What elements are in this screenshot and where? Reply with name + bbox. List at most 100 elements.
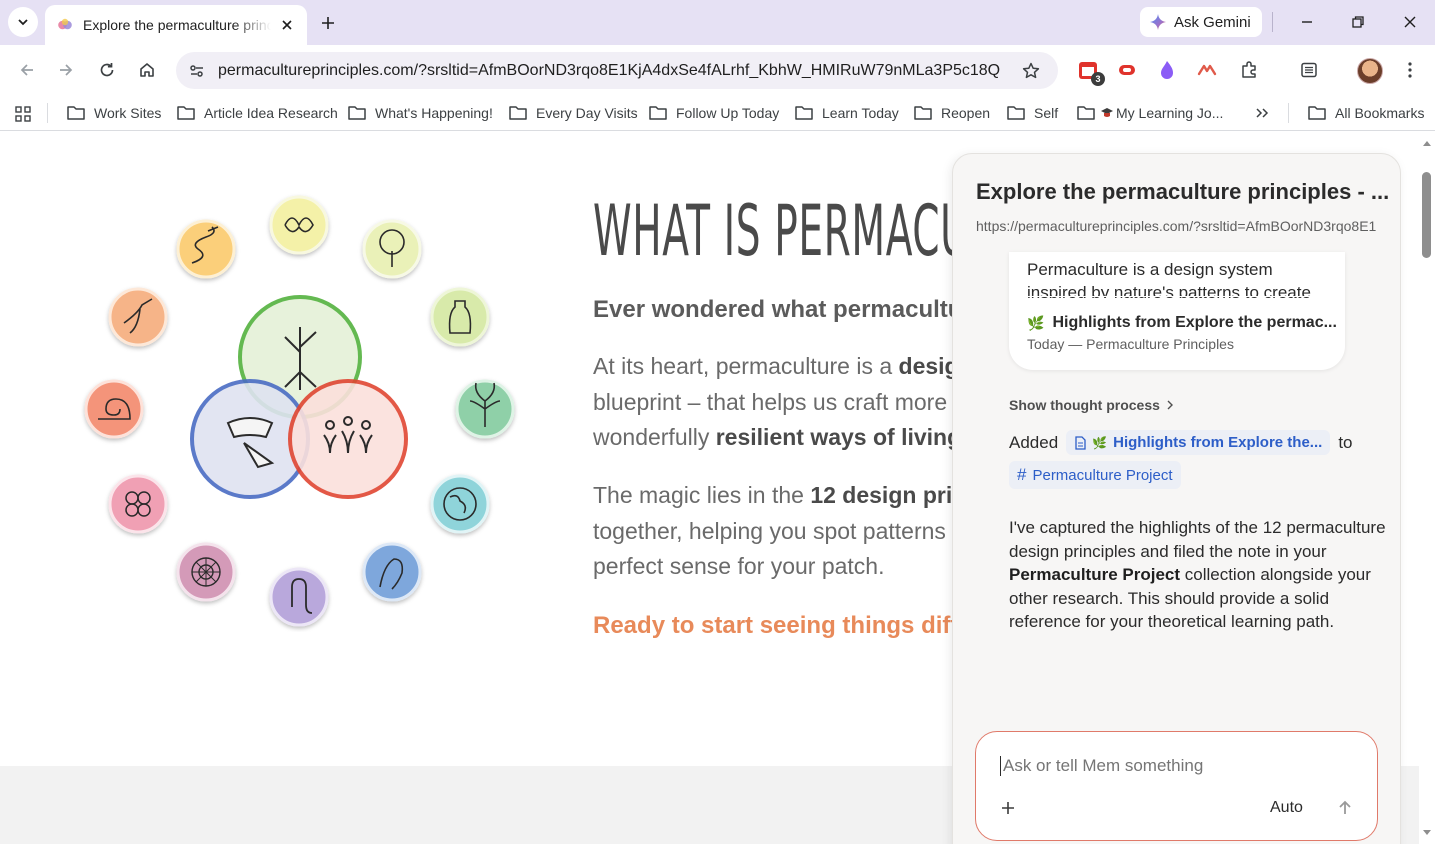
close-window-button[interactable]	[1395, 8, 1425, 36]
seedling-icon: 🌿	[1027, 314, 1045, 331]
principle-badge-catch-energy	[362, 219, 422, 279]
page-scrollbar[interactable]	[1419, 132, 1435, 844]
composer-add-button[interactable]	[996, 796, 1020, 820]
bookmark-star-button[interactable]	[1014, 54, 1048, 88]
bookmark-folder-every-day-visits[interactable]: Every Day Visits	[508, 101, 638, 125]
mem-page-title: Explore the permaculture principles - ..…	[976, 179, 1390, 204]
principle-badge-integrate	[176, 542, 236, 602]
principle-badge-small-slow	[108, 474, 168, 534]
restore-icon	[1352, 16, 1364, 28]
bookmark-label: My Learning Jo...	[1116, 105, 1224, 121]
added-note-chip-label: Highlights from Explore the...	[1113, 434, 1323, 451]
mem-page-url[interactable]: https://permacultureprinciples.com/?srsl…	[976, 218, 1376, 234]
reload-button[interactable]	[92, 55, 122, 85]
extension-badge: 3	[1091, 72, 1105, 86]
send-button[interactable]	[1333, 796, 1357, 820]
bookmark-folder-my-learning-journey[interactable]: My Learning Jo...	[1076, 101, 1223, 125]
forward-arrow-icon	[60, 64, 73, 76]
calendar-extension[interactable]: 3	[1074, 56, 1105, 86]
note-title-row: 🌿 Highlights from Explore the permac...	[1027, 314, 1337, 332]
bookmark-folder-article-idea-research[interactable]: Article Idea Research	[176, 101, 338, 125]
address-bar[interactable]: permacultureprinciples.com/?srsltid=AfmB…	[176, 52, 1058, 89]
reload-icon	[100, 63, 114, 77]
reply-text: I've captured the highlights of the 12 p…	[1009, 518, 1386, 561]
ask-gemini-label: Ask Gemini	[1174, 13, 1251, 31]
bookmark-label: All Bookmarks	[1335, 105, 1425, 121]
collection-chip[interactable]: # Permaculture Project	[1009, 461, 1181, 489]
side-panel-icon	[1301, 62, 1317, 78]
bookmarks-overflow-button[interactable]	[1254, 101, 1270, 125]
seedling-icon: 🌿	[1092, 435, 1108, 450]
scroll-down-arrow-icon[interactable]	[1422, 829, 1432, 837]
folder-icon	[177, 106, 195, 120]
profile-avatar[interactable]	[1357, 58, 1383, 84]
bookmark-label: Article Idea Research	[204, 105, 338, 121]
tab-active[interactable]: Explore the permaculture principles - Pe…	[45, 5, 307, 45]
tab-search-button[interactable]	[8, 7, 38, 37]
star-icon	[1022, 62, 1040, 78]
apps-grid-icon[interactable]	[12, 103, 34, 125]
principle-badge-renewable	[430, 474, 490, 534]
added-note-chip[interactable]: 🌿 Highlights from Explore the...	[1066, 430, 1331, 455]
double-chevron-right-icon	[1256, 108, 1269, 118]
principle-badge-observe	[269, 195, 329, 255]
note-card[interactable]: Permaculture is a design system inspired…	[1009, 252, 1345, 370]
toolbar: permacultureprinciples.com/?srsltid=AfmB…	[0, 45, 1435, 95]
reading-list-button[interactable]	[1295, 56, 1323, 84]
minimize-button[interactable]	[1292, 8, 1322, 36]
principle-badge-diversity	[84, 379, 144, 439]
restore-button[interactable]	[1343, 8, 1373, 36]
bookmark-folder-work-sites[interactable]: Work Sites	[66, 101, 161, 125]
bookmark-folder-learn-today[interactable]: Learn Today	[794, 101, 899, 125]
note-title: Highlights from Explore the permac...	[1052, 314, 1337, 331]
bookmark-folder-whats-happening[interactable]: What's Happening!	[347, 101, 493, 125]
all-bookmarks-button[interactable]: All Bookmarks	[1307, 101, 1424, 125]
mem-side-panel: Explore the permaculture principles - ..…	[952, 153, 1401, 844]
mem-chat-input[interactable]	[1000, 756, 1350, 776]
forward-button[interactable]	[51, 55, 81, 85]
plus-icon	[1002, 802, 1014, 814]
back-button[interactable]	[12, 55, 42, 85]
new-tab-button[interactable]	[314, 9, 342, 37]
bookmark-label: Follow Up Today	[676, 105, 780, 121]
show-thought-process-button[interactable]: Show thought process	[1009, 397, 1174, 413]
folder-icon	[1077, 106, 1095, 120]
bookmark-folder-reopen[interactable]: Reopen	[913, 101, 990, 125]
folder-icon	[914, 106, 932, 120]
bookmark-label: What's Happening!	[375, 105, 493, 121]
bookmark-label: Self	[1034, 105, 1059, 121]
chevron-down-icon	[18, 19, 28, 26]
bookmark-label: Work Sites	[94, 105, 162, 121]
scroll-up-arrow-icon[interactable]	[1422, 139, 1432, 147]
bookmark-label: Every Day Visits	[536, 105, 638, 121]
ask-gemini-button[interactable]: Ask Gemini	[1140, 7, 1262, 37]
model-mode-selector[interactable]: Auto	[1270, 799, 1303, 817]
tune-icon	[190, 64, 203, 77]
home-button[interactable]	[132, 55, 162, 85]
browser-menu-button[interactable]	[1396, 56, 1424, 84]
scroll-thumb[interactable]	[1422, 172, 1431, 258]
bookmarks-bar: Work Sites Article Idea Research What's …	[0, 95, 1435, 131]
url-text[interactable]: permacultureprinciples.com/?srsltid=AfmB…	[218, 62, 1014, 80]
bookmark-folder-self[interactable]: Self	[1006, 101, 1058, 125]
purple-extension[interactable]	[1153, 56, 1181, 84]
principle-badge-patterns	[269, 567, 329, 627]
hash-icon: #	[1017, 465, 1027, 484]
extensions-button[interactable]	[1235, 56, 1263, 84]
added-note-row: Added 🌿 Highlights from Explore the... t…	[1009, 430, 1353, 455]
para-text: wonderfully	[593, 424, 716, 450]
red-pill-extension-icon	[1119, 65, 1135, 75]
folder-icon	[649, 106, 667, 120]
tab-close-icon[interactable]	[277, 15, 297, 35]
bookmark-folder-follow-up-today[interactable]: Follow Up Today	[648, 101, 779, 125]
tab-title: Explore the permaculture principles - Pe…	[83, 17, 271, 33]
close-icon	[1404, 16, 1416, 28]
permaculture-favicon-icon	[58, 18, 72, 30]
mem-extension[interactable]	[1193, 56, 1221, 84]
plus-icon	[322, 17, 334, 29]
site-info-button[interactable]	[180, 54, 214, 88]
bookmarks-divider	[1288, 103, 1289, 123]
mem-extension-icon	[1197, 64, 1217, 76]
gemini-sparkle-icon	[1150, 14, 1166, 30]
red-extension[interactable]	[1113, 56, 1141, 84]
